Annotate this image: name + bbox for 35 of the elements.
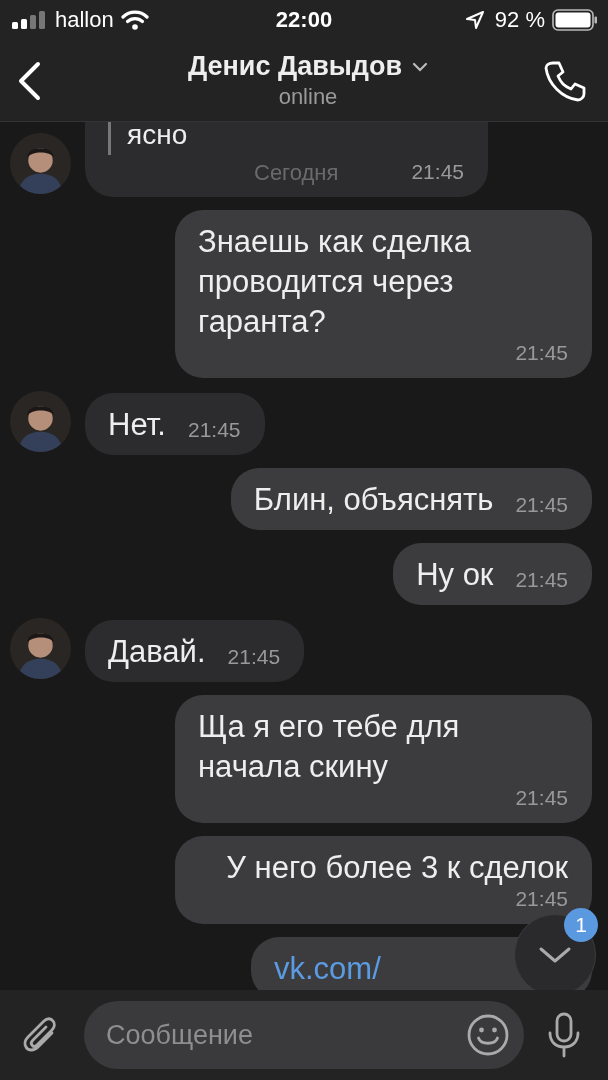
message-text: Нет. (108, 406, 166, 444)
back-button[interactable] (16, 60, 42, 101)
message-time: 21:45 (515, 569, 568, 591)
message-time: 21:45 (227, 646, 281, 668)
message-text: Ну ок (416, 556, 494, 594)
contact-name[interactable]: Денис Давыдов (187, 51, 403, 82)
chevron-down-icon[interactable] (412, 61, 429, 72)
signal-icon (12, 11, 48, 29)
message-text: Блин, объяснять (253, 481, 494, 519)
message-text: Давай. (108, 633, 206, 671)
date-label: Сегодня (254, 160, 339, 186)
microphone-icon[interactable] (546, 1012, 582, 1058)
message-time: 21:45 (515, 787, 568, 809)
clock: 22:00 (275, 7, 333, 33)
message-time: 21:45 (411, 161, 464, 183)
location-arrow-icon (465, 11, 484, 29)
carrier-name: hallon (55, 7, 114, 33)
message-time: 21:45 (515, 342, 568, 364)
quoted-text: ясно (127, 122, 188, 150)
message-text: У него более 3 к сделок (226, 849, 568, 887)
chevron-down-icon (538, 945, 572, 965)
wifi-icon (120, 10, 149, 30)
message-link[interactable]: vk.com/ (274, 949, 381, 989)
message-time: 21:45 (515, 494, 568, 516)
battery-icon (552, 9, 598, 31)
message-time: 21:45 (188, 419, 241, 441)
message-time: 21:45 (515, 888, 568, 910)
phone-call-button[interactable] (544, 59, 586, 102)
message-text: Знаешь как сделка проводится через гаранта? (198, 223, 472, 341)
battery-percent: 92 % (494, 7, 545, 33)
message-input[interactable]: Сообщение (84, 1001, 524, 1069)
message-text: Ща я его тебе для начала скину (198, 708, 461, 786)
online-status: online (278, 84, 338, 110)
emoji-icon[interactable] (466, 1013, 510, 1057)
unread-badge: 1 (564, 908, 598, 942)
